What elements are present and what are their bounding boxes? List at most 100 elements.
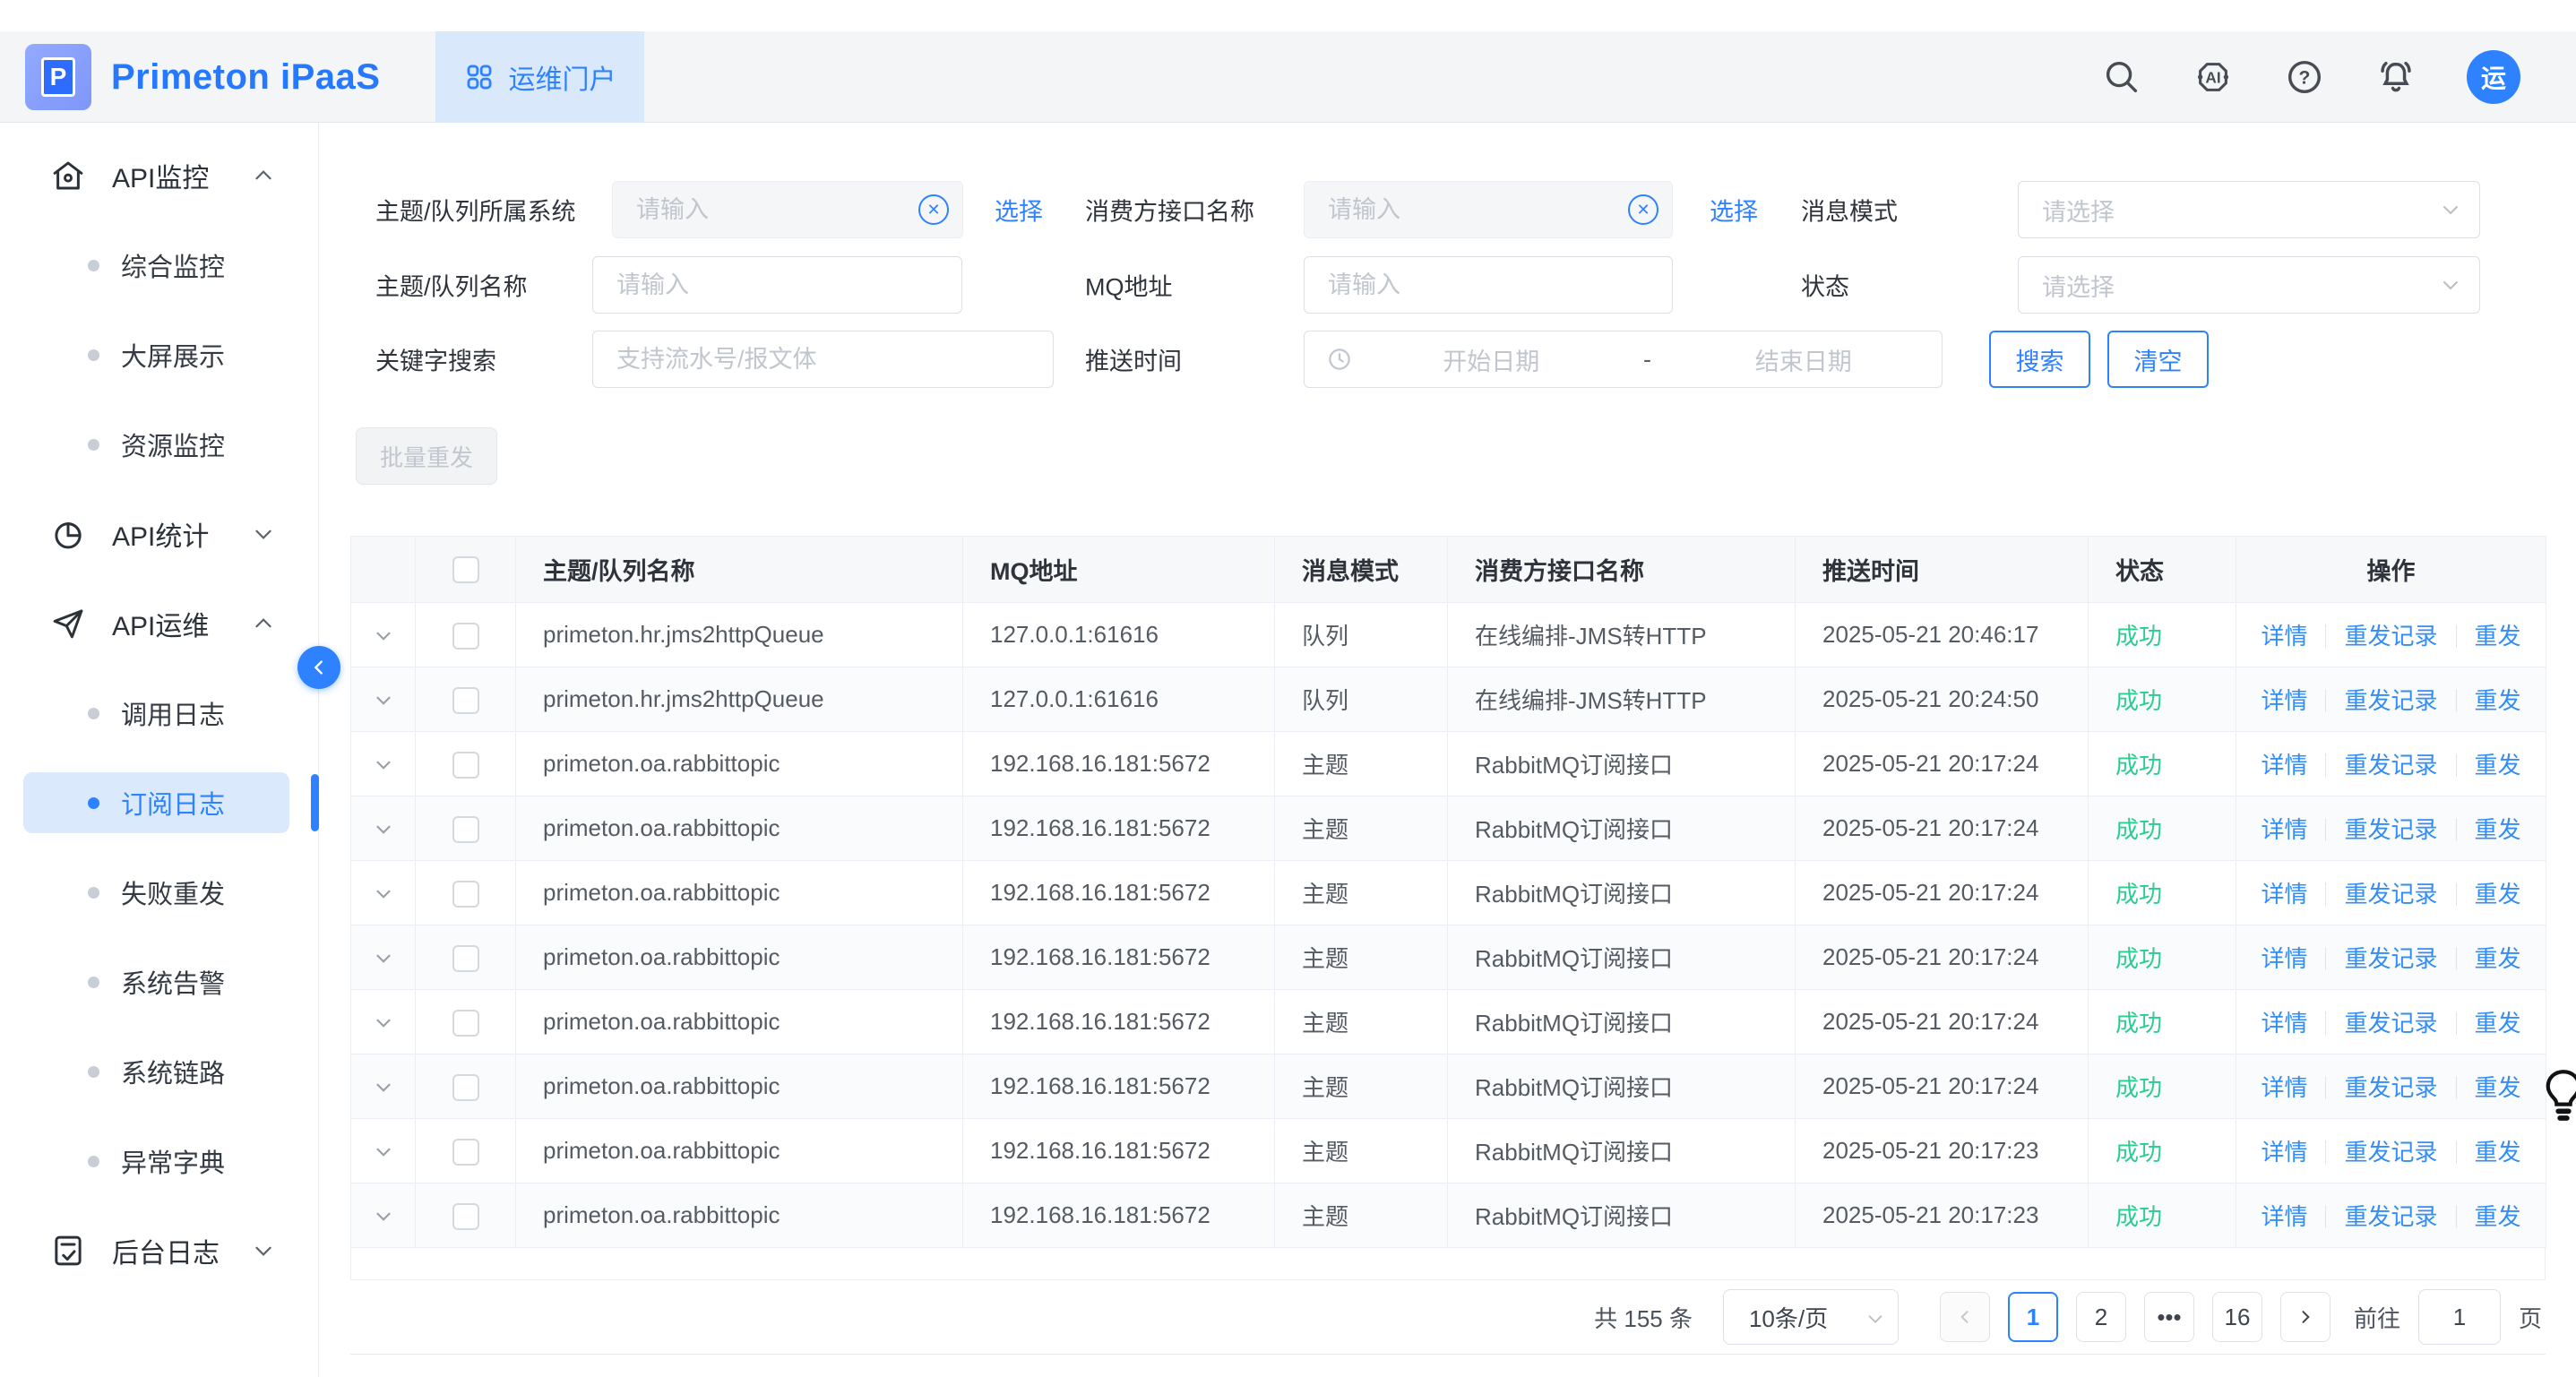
row-expand-icon[interactable]: [372, 624, 395, 648]
detail-link[interactable]: 详情: [2261, 816, 2307, 843]
detail-link[interactable]: 详情: [2261, 945, 2307, 972]
sidebar-item-overall-monitor[interactable]: 综合监控: [0, 220, 318, 310]
notification-bell-icon[interactable]: [2375, 56, 2417, 98]
row-checkbox[interactable]: [452, 1203, 479, 1230]
next-page-button[interactable]: [2280, 1292, 2330, 1342]
row-expand-icon[interactable]: [372, 1076, 395, 1099]
resend-log-link[interactable]: 重发记录: [2344, 1139, 2437, 1166]
row-expand-icon[interactable]: [372, 882, 395, 906]
sidebar-item-subscription-log[interactable]: 订阅日志: [0, 758, 318, 848]
row-expand-icon[interactable]: [372, 947, 395, 970]
detail-link[interactable]: 详情: [2261, 752, 2307, 779]
row-checkbox[interactable]: [452, 687, 479, 714]
resend-link[interactable]: 重发: [2475, 1139, 2521, 1166]
goto-page-input[interactable]: [2418, 1289, 2501, 1345]
page-size-select[interactable]: 10条/页: [1723, 1289, 1899, 1345]
lightbulb-icon[interactable]: [2543, 1068, 2576, 1127]
user-avatar[interactable]: 运: [2467, 50, 2520, 104]
row-checkbox[interactable]: [452, 1010, 479, 1037]
resend-log-link[interactable]: 重发记录: [2344, 1074, 2437, 1101]
detail-link[interactable]: 详情: [2261, 1139, 2307, 1166]
ai-assistant-icon[interactable]: AI: [2193, 56, 2234, 98]
search-button[interactable]: 搜索: [1989, 331, 2090, 388]
resend-link[interactable]: 重发: [2475, 1203, 2521, 1230]
page-ellipsis[interactable]: •••: [2144, 1292, 2194, 1342]
page-button-16[interactable]: 16: [2212, 1292, 2262, 1342]
topic-name-input[interactable]: [592, 256, 962, 314]
detail-link[interactable]: 详情: [2261, 1203, 2307, 1230]
sidebar-collapse-button[interactable]: [297, 646, 340, 689]
detail-link[interactable]: 详情: [2261, 687, 2307, 714]
row-checkbox[interactable]: [452, 623, 479, 650]
sidebar-item-system-link[interactable]: 系统链路: [0, 1027, 318, 1116]
resend-log-link[interactable]: 重发记录: [2344, 945, 2437, 972]
resend-log-link[interactable]: 重发记录: [2344, 623, 2437, 650]
filter-label-consumer: 消费方接口名称: [1085, 193, 1254, 228]
end-date-placeholder[interactable]: 结束日期: [1666, 342, 1943, 377]
detail-link[interactable]: 详情: [2261, 881, 2307, 908]
resend-link[interactable]: 重发: [2475, 623, 2521, 650]
consumer-select-link[interactable]: 选择: [1710, 193, 1758, 228]
resend-link[interactable]: 重发: [2475, 881, 2521, 908]
row-checkbox[interactable]: [452, 881, 479, 908]
select-all-checkbox[interactable]: [452, 556, 479, 583]
status-select[interactable]: 请选择: [2018, 256, 2480, 314]
document-check-icon: [49, 1232, 87, 1269]
sidebar-item-api-monitor[interactable]: API监控: [0, 131, 318, 220]
row-checkbox[interactable]: [452, 1139, 479, 1166]
resend-link[interactable]: 重发: [2475, 752, 2521, 779]
bullet-icon: [88, 708, 99, 719]
sidebar-item-backend-log[interactable]: 后台日志: [0, 1206, 318, 1295]
row-checkbox[interactable]: [452, 752, 479, 779]
help-icon[interactable]: ?: [2284, 56, 2325, 98]
row-expand-icon[interactable]: [372, 689, 395, 712]
row-checkbox[interactable]: [452, 1074, 479, 1101]
row-checkbox[interactable]: [452, 945, 479, 972]
clear-circle-icon[interactable]: ✕: [918, 194, 949, 225]
page-button-2[interactable]: 2: [2076, 1292, 2126, 1342]
consumer-input[interactable]: [1304, 181, 1673, 238]
sidebar-item-call-log[interactable]: 调用日志: [0, 668, 318, 758]
prev-page-button[interactable]: [1940, 1292, 1990, 1342]
sidebar-item-exception-dictionary[interactable]: 异常字典: [0, 1116, 318, 1206]
resend-link[interactable]: 重发: [2475, 1074, 2521, 1101]
sidebar-item-system-alert[interactable]: 系统告警: [0, 937, 318, 1027]
resend-log-link[interactable]: 重发记录: [2344, 687, 2437, 714]
clear-button[interactable]: 清空: [2107, 331, 2209, 388]
detail-link[interactable]: 详情: [2261, 623, 2307, 650]
resend-link[interactable]: 重发: [2475, 945, 2521, 972]
batch-resend-button[interactable]: 批量重发: [356, 427, 497, 485]
resend-log-link[interactable]: 重发记录: [2344, 1010, 2437, 1037]
row-expand-icon[interactable]: [372, 818, 395, 841]
sidebar-item-big-screen[interactable]: 大屏展示: [0, 310, 318, 400]
row-expand-icon[interactable]: [372, 1140, 395, 1164]
system-input[interactable]: [612, 181, 963, 238]
sidebar-item-failed-resend[interactable]: 失败重发: [0, 848, 318, 937]
sidebar-item-api-statistics[interactable]: API统计: [0, 489, 318, 579]
detail-link[interactable]: 详情: [2261, 1010, 2307, 1037]
row-checkbox[interactable]: [452, 816, 479, 843]
clear-circle-icon[interactable]: ✕: [1628, 194, 1658, 225]
search-icon[interactable]: [2101, 56, 2142, 98]
row-expand-icon[interactable]: [372, 1011, 395, 1035]
resend-link[interactable]: 重发: [2475, 687, 2521, 714]
message-mode-select[interactable]: 请选择: [2018, 181, 2480, 238]
resend-log-link[interactable]: 重发记录: [2344, 816, 2437, 843]
resend-link[interactable]: 重发: [2475, 1010, 2521, 1037]
sidebar-item-api-operations[interactable]: API运维: [0, 579, 318, 668]
push-time-range-picker[interactable]: 开始日期 - 结束日期: [1304, 331, 1943, 388]
row-expand-icon[interactable]: [372, 1205, 395, 1228]
start-date-placeholder[interactable]: 开始日期: [1353, 342, 1630, 377]
resend-log-link[interactable]: 重发记录: [2344, 752, 2437, 779]
sidebar-item-resource-monitor[interactable]: 资源监控: [0, 400, 318, 489]
resend-log-link[interactable]: 重发记录: [2344, 1203, 2437, 1230]
resend-log-link[interactable]: 重发记录: [2344, 881, 2437, 908]
page-button-1[interactable]: 1: [2008, 1292, 2058, 1342]
system-select-link[interactable]: 选择: [995, 193, 1043, 228]
tab-ops-portal[interactable]: 运维门户: [435, 31, 644, 123]
resend-link[interactable]: 重发: [2475, 816, 2521, 843]
row-expand-icon[interactable]: [372, 753, 395, 777]
keyword-input[interactable]: [592, 331, 1054, 388]
detail-link[interactable]: 详情: [2261, 1074, 2307, 1101]
mq-address-input[interactable]: [1304, 256, 1673, 314]
